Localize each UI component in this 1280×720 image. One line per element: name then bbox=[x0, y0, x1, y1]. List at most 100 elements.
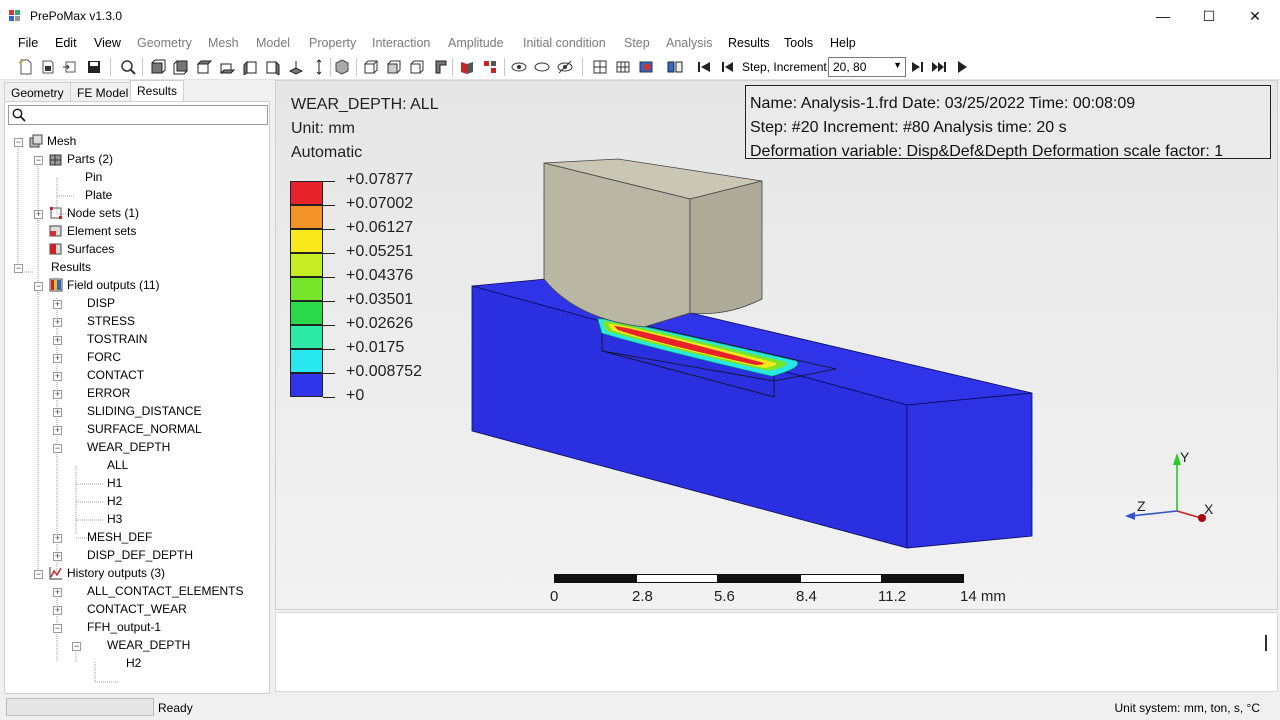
last-increment-icon[interactable] bbox=[931, 59, 947, 75]
color-table-icon[interactable] bbox=[638, 59, 654, 75]
tab-fe-model[interactable]: FE Model bbox=[70, 82, 136, 102]
view-right-icon[interactable] bbox=[265, 59, 281, 75]
tree-item-stress[interactable]: STRESS bbox=[87, 314, 135, 332]
wireframe-icon[interactable] bbox=[363, 59, 379, 75]
zoom-to-fit-icon[interactable] bbox=[120, 59, 136, 75]
tree-item-surface-normal[interactable]: SURFACE_NORMAL bbox=[87, 422, 202, 440]
expander-ffh-output[interactable]: − bbox=[53, 624, 62, 633]
expander-field-outputs[interactable]: − bbox=[34, 282, 43, 291]
tree-item-ffh-wear-depth[interactable]: WEAR_DEPTH bbox=[107, 638, 190, 656]
results-compare-icon[interactable] bbox=[667, 59, 683, 75]
expander-forc[interactable]: + bbox=[53, 354, 62, 363]
expander-disp[interactable]: + bbox=[53, 300, 62, 309]
menu-results[interactable]: Results bbox=[728, 36, 770, 50]
tree-item-wear-depth[interactable]: WEAR_DEPTH bbox=[87, 440, 170, 458]
tree-item-wear-h1[interactable]: H1 bbox=[107, 476, 122, 494]
menu-interaction[interactable]: Interaction bbox=[372, 36, 430, 50]
show-eye-icon[interactable] bbox=[511, 59, 527, 75]
play-animation-icon[interactable] bbox=[954, 59, 970, 75]
expander-sliding-distance[interactable]: + bbox=[53, 408, 62, 417]
tree-item-disp[interactable]: DISP bbox=[87, 296, 115, 314]
expander-mesh-def[interactable]: + bbox=[53, 534, 62, 543]
maximize-button[interactable]: ☐ bbox=[1186, 0, 1232, 32]
tab-geometry[interactable]: Geometry bbox=[4, 82, 71, 102]
tree-item-ffh-output[interactable]: FFH_output-1 bbox=[87, 620, 161, 638]
next-increment-icon[interactable] bbox=[910, 59, 926, 75]
tree-item-contact[interactable]: CONTACT bbox=[87, 368, 144, 386]
shaded-edges-icon[interactable] bbox=[386, 59, 402, 75]
table-icon[interactable] bbox=[615, 59, 631, 75]
menu-edit[interactable]: Edit bbox=[55, 36, 77, 50]
tree-item-wear-all[interactable]: ALL bbox=[107, 458, 128, 476]
import-icon[interactable] bbox=[62, 59, 78, 75]
view-back-icon[interactable] bbox=[173, 59, 189, 75]
normal-view-icon[interactable] bbox=[311, 59, 327, 75]
tree-item-parts[interactable]: Parts (2) bbox=[67, 152, 113, 170]
view-bottom-icon[interactable] bbox=[219, 59, 235, 75]
tree-item-surfaces[interactable]: Surfaces bbox=[67, 242, 114, 260]
expander-stress[interactable]: + bbox=[53, 318, 62, 327]
shaded-icon[interactable] bbox=[409, 59, 425, 75]
view-isometric-icon[interactable] bbox=[288, 59, 304, 75]
query-icon[interactable] bbox=[482, 59, 498, 75]
expander-all-contact-elements[interactable]: + bbox=[53, 588, 62, 597]
expander-ffh-wear-depth[interactable]: − bbox=[72, 642, 81, 651]
tree-item-ffh-h2[interactable]: H2 bbox=[126, 656, 141, 674]
expander-contact-wear[interactable]: + bbox=[53, 606, 62, 615]
menu-initial-condition[interactable]: Initial condition bbox=[523, 36, 606, 50]
menu-property[interactable]: Property bbox=[309, 36, 356, 50]
first-increment-icon[interactable] bbox=[696, 59, 712, 75]
solid-cube-icon[interactable] bbox=[334, 59, 350, 75]
menu-file[interactable]: File bbox=[18, 36, 38, 50]
menu-model[interactable]: Model bbox=[256, 36, 290, 50]
tree-item-field-outputs[interactable]: Field outputs (11) bbox=[67, 278, 160, 296]
expander-results[interactable]: − bbox=[14, 264, 23, 273]
expander-tostrain[interactable]: + bbox=[53, 336, 62, 345]
tree-item-mesh[interactable]: Mesh bbox=[47, 134, 76, 152]
step-increment-select[interactable]: 20, 80 ▼ bbox=[828, 57, 906, 77]
section-view-icon[interactable] bbox=[432, 59, 448, 75]
tree-item-tostrain[interactable]: TOSTRAIN bbox=[87, 332, 147, 350]
menu-tools[interactable]: Tools bbox=[784, 36, 813, 50]
show-all-eye-icon[interactable] bbox=[557, 59, 573, 75]
grid-icon[interactable] bbox=[592, 59, 608, 75]
expander-parts[interactable]: − bbox=[34, 156, 43, 165]
menu-help[interactable]: Help bbox=[830, 36, 856, 50]
tree-item-history-outputs[interactable]: History outputs (3) bbox=[67, 566, 165, 584]
menu-geometry[interactable]: Geometry bbox=[137, 36, 192, 50]
menu-analysis[interactable]: Analysis bbox=[666, 36, 713, 50]
tree-item-element-sets[interactable]: Element sets bbox=[67, 224, 136, 242]
tab-results[interactable]: Results bbox=[130, 80, 185, 102]
tree-item-plate[interactable]: Plate bbox=[85, 188, 112, 206]
tree-item-forc[interactable]: FORC bbox=[87, 350, 121, 368]
expander-wear-depth[interactable]: − bbox=[53, 444, 62, 453]
menu-step[interactable]: Step bbox=[624, 36, 650, 50]
save-icon[interactable] bbox=[86, 59, 102, 75]
tree-item-node-sets[interactable]: Node sets (1) bbox=[67, 206, 139, 224]
cut-plane-icon[interactable] bbox=[459, 59, 475, 75]
hide-eye-icon[interactable] bbox=[534, 59, 550, 75]
expander-contact[interactable]: + bbox=[53, 372, 62, 381]
close-button[interactable]: ✕ bbox=[1232, 0, 1278, 32]
tree-item-disp-def-depth[interactable]: DISP_DEF_DEPTH bbox=[87, 548, 193, 566]
expander-node-sets[interactable]: + bbox=[34, 210, 43, 219]
graphics-viewport[interactable]: WEAR_DEPTH: ALL Unit: mm Automatic +0.07… bbox=[275, 80, 1278, 610]
expander-mesh[interactable]: − bbox=[14, 138, 23, 147]
tree-item-mesh-def[interactable]: MESH_DEF bbox=[87, 530, 152, 548]
tree-item-all-contact-elements[interactable]: ALL_CONTACT_ELEMENTS bbox=[87, 584, 244, 602]
tree-item-sliding-distance[interactable]: SLIDING_DISTANCE bbox=[87, 404, 201, 422]
expander-disp-def-depth[interactable]: + bbox=[53, 552, 62, 561]
new-file-icon[interactable] bbox=[18, 59, 34, 75]
minimize-button[interactable]: — bbox=[1140, 0, 1186, 32]
view-top-icon[interactable] bbox=[196, 59, 212, 75]
menu-amplitude[interactable]: Amplitude bbox=[448, 36, 504, 50]
expander-history-outputs[interactable]: − bbox=[34, 570, 43, 579]
previous-increment-icon[interactable] bbox=[719, 59, 735, 75]
tree-item-error[interactable]: ERROR bbox=[87, 386, 130, 404]
open-file-icon[interactable] bbox=[40, 59, 56, 75]
menu-view[interactable]: View bbox=[94, 36, 121, 50]
view-front-icon[interactable] bbox=[150, 59, 166, 75]
expander-error[interactable]: + bbox=[53, 390, 62, 399]
output-messages[interactable] bbox=[275, 612, 1278, 692]
view-left-icon[interactable] bbox=[242, 59, 258, 75]
